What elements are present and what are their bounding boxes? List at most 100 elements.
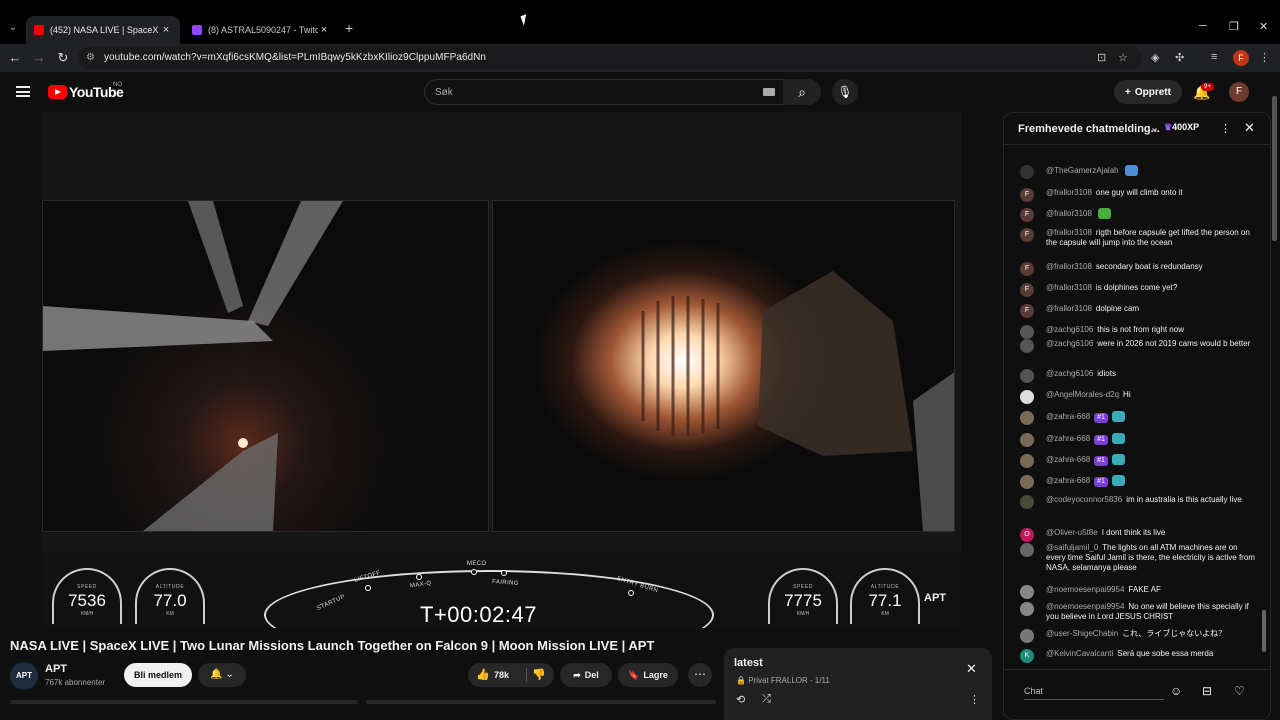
- channel-avatar[interactable]: APT: [10, 662, 38, 690]
- chat-author-name[interactable]: @zahra-668: [1046, 476, 1090, 485]
- chat-author-name[interactable]: @zachg6106: [1046, 339, 1093, 348]
- heart-icon[interactable]: ♡: [1234, 684, 1245, 698]
- search-button[interactable]: ⌕: [783, 79, 821, 105]
- chat-input[interactable]: [1024, 682, 1164, 700]
- chat-author-name[interactable]: @TheGamerzAjalah: [1046, 166, 1119, 175]
- chat-message-list[interactable]: @TheGamerzAjalah F @frallor3108 one guy wil…: [1004, 145, 1270, 669]
- playlist-menu-icon[interactable]: ⋮: [969, 693, 980, 706]
- address-bar[interactable]: ⚙ youtube.com/watch?v=mXqfi6csKMQ&list=P…: [78, 47, 1142, 69]
- chat-author-name[interactable]: @frallor3108: [1046, 283, 1092, 292]
- back-icon[interactable]: ←: [6, 50, 24, 65]
- shuffle-icon[interactable]: ⤮: [762, 693, 771, 706]
- chat-message[interactable]: @codeyoconnor5836 im in australia is this…: [1020, 495, 1258, 509]
- chat-menu-icon[interactable]: ⋮: [1220, 122, 1231, 135]
- chat-author-name[interactable]: @frallor3108: [1046, 228, 1092, 237]
- share-button[interactable]: ➦ Del: [560, 663, 612, 687]
- chat-author-avatar[interactable]: [1020, 585, 1034, 599]
- chat-author-avatar[interactable]: [1020, 325, 1034, 339]
- chat-author-avatar[interactable]: F: [1020, 262, 1034, 276]
- chat-message[interactable]: K @KelvinCavalcanti Será que sobe essa mer…: [1020, 649, 1258, 663]
- channel-name[interactable]: APT: [45, 663, 67, 675]
- install-app-icon[interactable]: ⊡: [1097, 51, 1106, 64]
- new-tab-button[interactable]: +: [345, 20, 353, 36]
- chat-author-avatar[interactable]: [1020, 165, 1034, 179]
- chat-author-name[interactable]: @AngelMorales-d2q: [1046, 390, 1119, 399]
- chat-message[interactable]: @noemoesenpai9954 FAKE AF: [1020, 585, 1258, 599]
- restore-window-icon[interactable]: ❐: [1229, 20, 1239, 33]
- chat-author-avatar[interactable]: [1020, 369, 1034, 383]
- chat-author-avatar[interactable]: [1020, 411, 1034, 425]
- tab-youtube[interactable]: (452) NASA LIVE | SpaceX LIVE | ×: [26, 16, 180, 44]
- chat-author-avatar[interactable]: [1020, 602, 1034, 616]
- playlist-title[interactable]: latest: [734, 657, 763, 669]
- minimize-window-icon[interactable]: ─: [1199, 20, 1207, 32]
- chat-author-name[interactable]: @Oliver-u5t8e: [1046, 528, 1098, 537]
- emoji-icon[interactable]: ☺: [1170, 684, 1182, 698]
- chat-message[interactable]: @TheGamerzAjalah: [1020, 165, 1258, 179]
- chat-author-name[interactable]: @noemoesenpai9954: [1046, 602, 1124, 611]
- chat-message[interactable]: F @frallor3108 is dolphines come yet?: [1020, 283, 1258, 297]
- channel-watermark[interactable]: APT: [924, 592, 946, 604]
- chat-message[interactable]: F @frallor3108 dolpine cam: [1020, 304, 1258, 318]
- chat-message[interactable]: @AngelMorales-d2q Hi: [1020, 390, 1258, 404]
- video-player[interactable]: SPEED 7536 KM/H ALTITUDE 77.0 KM STARTUP…: [42, 112, 961, 628]
- super-chat-icon[interactable]: ⊟: [1202, 684, 1212, 698]
- chat-author-avatar[interactable]: F: [1020, 283, 1034, 297]
- chat-author-name[interactable]: @frallor3108: [1046, 304, 1092, 313]
- chat-author-avatar[interactable]: F: [1020, 188, 1034, 202]
- close-tab-icon[interactable]: ×: [160, 24, 172, 36]
- join-membership-button[interactable]: Bli medlem: [124, 663, 192, 687]
- chat-message[interactable]: @noemoesenpai9954 No one will believe thi…: [1020, 602, 1258, 622]
- chevron-down-icon[interactable]: ⌄: [1150, 121, 1159, 134]
- like-icon[interactable]: 👍: [476, 668, 490, 681]
- puzzle-extensions-icon[interactable]: ✣: [1175, 51, 1184, 64]
- chat-author-avatar[interactable]: F: [1020, 304, 1034, 318]
- chat-author-name[interactable]: @noemoesenpai9954: [1046, 585, 1124, 594]
- chat-author-name[interactable]: @zahra-668: [1046, 455, 1090, 464]
- site-info-icon[interactable]: ⚙: [86, 52, 95, 63]
- reload-icon[interactable]: ↻: [54, 50, 72, 66]
- chat-message[interactable]: F @frallor3108 rigth before capsule get li…: [1020, 228, 1258, 248]
- chat-author-name[interactable]: @KelvinCavalcanti: [1046, 649, 1113, 658]
- chat-author-avatar[interactable]: O: [1020, 528, 1034, 542]
- chat-author-avatar[interactable]: K: [1020, 649, 1034, 663]
- xp-badge[interactable]: ♛400XP: [1164, 122, 1199, 133]
- chat-author-name[interactable]: @frallor3108: [1046, 188, 1092, 197]
- chat-message[interactable]: @zachg6106 this is not from right now: [1020, 325, 1258, 339]
- tab-twitch[interactable]: (8) ASTRAL5090247 - Twitch ×: [184, 16, 338, 44]
- chat-author-name[interactable]: @zachg6106: [1046, 369, 1093, 378]
- chat-message[interactable]: O @Oliver-u5t8e I dont think its live: [1020, 528, 1258, 542]
- loop-icon[interactable]: ⟲: [736, 693, 745, 706]
- chat-message[interactable]: @zahra-668 #1: [1020, 454, 1258, 468]
- youtube-logo-icon[interactable]: [48, 85, 67, 99]
- chat-author-avatar[interactable]: [1020, 339, 1034, 353]
- microphone-icon[interactable]: 🎙: [832, 79, 858, 105]
- chat-message[interactable]: @zahra-668 #1: [1020, 411, 1258, 425]
- chat-author-avatar[interactable]: [1020, 433, 1034, 447]
- close-tab-icon[interactable]: ×: [318, 24, 330, 36]
- dislike-icon[interactable]: 👎: [532, 668, 546, 681]
- keyboard-icon[interactable]: [763, 88, 775, 96]
- chat-message[interactable]: F @frallor3108 one guy will climb onto it: [1020, 188, 1258, 202]
- create-button[interactable]: + Opprett: [1114, 80, 1182, 104]
- chat-author-avatar[interactable]: [1020, 454, 1034, 468]
- chat-author-avatar[interactable]: [1020, 543, 1034, 557]
- forward-icon[interactable]: →: [30, 50, 48, 65]
- chat-author-name[interactable]: @user-ShigeChabin: [1046, 629, 1118, 638]
- chat-author-name[interactable]: @frallor3108: [1046, 262, 1092, 271]
- chat-author-name[interactable]: @codeyoconnor5836: [1046, 495, 1122, 504]
- chat-author-name[interactable]: @zahra-668: [1046, 434, 1090, 443]
- chat-scrollbar[interactable]: [1262, 610, 1266, 652]
- chat-author-avatar[interactable]: [1020, 629, 1034, 643]
- media-controls-icon[interactable]: ≡: [1211, 51, 1217, 63]
- chat-author-avatar[interactable]: F: [1020, 208, 1034, 222]
- account-avatar[interactable]: F: [1229, 82, 1249, 102]
- chat-author-avatar[interactable]: [1020, 475, 1034, 489]
- chat-message[interactable]: @saifuljamil_0 The lights on all ATM mach…: [1020, 543, 1258, 573]
- chat-message[interactable]: F @frallor3108: [1020, 208, 1258, 222]
- close-chat-icon[interactable]: ✕: [1244, 120, 1255, 136]
- chat-author-name[interactable]: @frallor3108: [1046, 209, 1092, 218]
- chat-mode-title[interactable]: Fremhevede chatmelding...: [1018, 123, 1160, 135]
- chat-author-name[interactable]: @zachg6106: [1046, 325, 1093, 334]
- close-window-icon[interactable]: ✕: [1259, 20, 1268, 33]
